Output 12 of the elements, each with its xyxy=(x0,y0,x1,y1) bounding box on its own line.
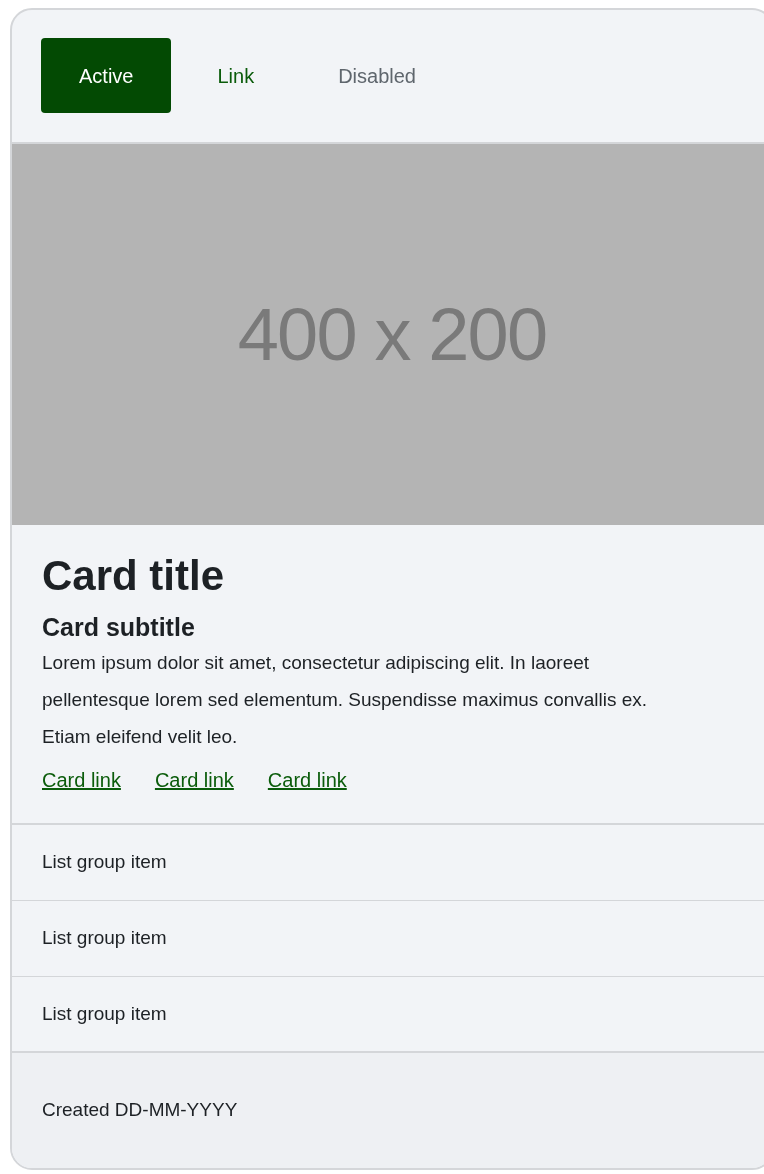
card-text: Lorem ipsum dolor sit amet, consectetur adipiscing elit. In laoreet pellentesque lorem sed elementum. Suspendisse maximus convallis ex. Etiam eleifend velit leo. xyxy=(42,650,649,749)
card-footer: Created DD-MM-YYYY xyxy=(12,1052,764,1168)
image-size-label: 400 x 200 xyxy=(237,292,547,378)
card-link[interactable]: Card link xyxy=(267,764,347,795)
list-group-item: List group item xyxy=(12,824,764,901)
list-group-item: List group item xyxy=(12,900,764,977)
card-link[interactable]: Card link xyxy=(42,764,121,795)
nav-tab[interactable]: Link xyxy=(179,38,293,113)
card-link[interactable]: Card link xyxy=(154,764,234,795)
nav-tab[interactable]: Active xyxy=(41,38,172,113)
card-subtitle: Card subtitle xyxy=(42,612,196,644)
card-title: Card title xyxy=(42,551,226,601)
